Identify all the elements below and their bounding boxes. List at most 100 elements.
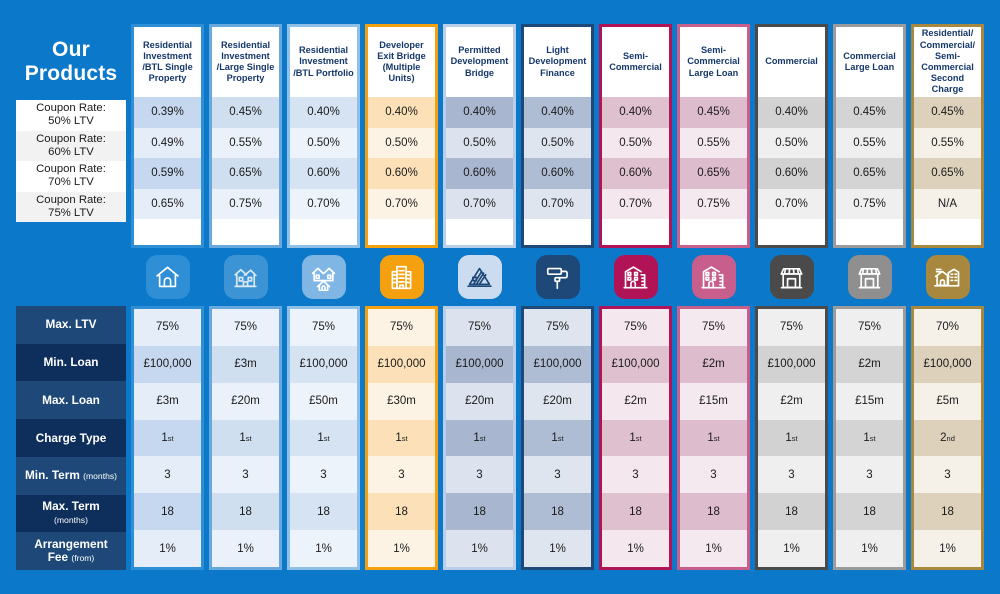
spec-column-10[interactable]: 70% £100,000 £5m 2nd 3 18 1% bbox=[911, 306, 984, 570]
twin-house-icon bbox=[301, 255, 346, 299]
product-column-9[interactable]: Commercial Large Loan 0.45% 0.55% 0.65% 0.75… bbox=[833, 24, 906, 248]
spec-cell-c5-r4: 3 bbox=[524, 456, 591, 494]
spec-cell-c9-r1: £2m bbox=[836, 345, 903, 383]
product-column-1[interactable]: Residential Investment /Large Single Pro… bbox=[209, 24, 282, 248]
product-column-10[interactable]: Residential/ Commercial/ Semi-Commercial… bbox=[911, 24, 984, 248]
spec-cell-c2-r0: 75% bbox=[290, 309, 357, 346]
coupon-cell-c6-r2: 0.60% bbox=[602, 158, 669, 189]
spec-label-min-term: Min. Term (months) bbox=[16, 456, 126, 495]
duplex-icon bbox=[223, 255, 268, 299]
spec-column-1[interactable]: 75% £3m £20m 1st 3 18 1% bbox=[209, 306, 282, 570]
product-specs-table: Max. LTV Min. Loan Max. Loan Charge Type Min… bbox=[16, 306, 984, 571]
spec-cell-c8-r4: 3 bbox=[758, 456, 825, 494]
spec-cell-c4-r2: £20m bbox=[446, 382, 513, 420]
semi-commercial-building-icon bbox=[613, 255, 658, 299]
spec-cell-c3-r2: £30m bbox=[368, 382, 435, 420]
product-column-header-10: Residential/ Commercial/ Semi-Commercial… bbox=[914, 27, 981, 97]
product-column-header-7: Semi-Commercial Large Loan bbox=[680, 27, 747, 97]
spec-label-max-term: Max. Term (months) bbox=[16, 494, 126, 533]
spec-column-0[interactable]: 75% £100,000 £3m 1st 3 18 1% bbox=[131, 306, 204, 570]
icon-row-spacer bbox=[16, 252, 126, 302]
spec-cell-c8-r1: £100,000 bbox=[758, 345, 825, 383]
coupon-cell-c2-r3: 0.70% bbox=[290, 188, 357, 219]
product-column-header-0: Residential Investment /BTL Single Prope… bbox=[134, 27, 201, 97]
semi-commercial-building-icon-glyph bbox=[623, 265, 648, 289]
product-column-8[interactable]: Commercial 0.40% 0.50% 0.60% 0.70% bbox=[755, 24, 828, 248]
conversion-plans-icon bbox=[457, 255, 502, 299]
spec-cell-c1-r5: 18 bbox=[212, 493, 279, 531]
spec-label-max-ltv: Max. LTV bbox=[16, 306, 126, 344]
spec-cell-c7-r3: 1st bbox=[680, 419, 747, 457]
spec-cell-c3-r6: 1% bbox=[368, 530, 435, 568]
spec-column-2[interactable]: 75% £100,000 £50m 1st 3 18 1% bbox=[287, 306, 360, 570]
spec-cell-c4-r5: 18 bbox=[446, 493, 513, 531]
coupon-rate-label-1: Coupon Rate: 60% LTV bbox=[16, 130, 126, 161]
spec-cell-c0-r1: £100,000 bbox=[134, 345, 201, 383]
spec-cell-c7-r0: 75% bbox=[680, 309, 747, 346]
product-column-0[interactable]: Residential Investment /BTL Single Prope… bbox=[131, 24, 204, 248]
product-column-header-3: Developer Exit Bridge (Multiple Units) bbox=[368, 27, 435, 97]
spec-cell-c7-r2: £15m bbox=[680, 382, 747, 420]
spec-cell-c10-r1: £100,000 bbox=[914, 345, 981, 383]
coupon-cell-c7-r1: 0.55% bbox=[680, 127, 747, 158]
spec-cell-c7-r4: 3 bbox=[680, 456, 747, 494]
spec-cell-c1-r2: £20m bbox=[212, 382, 279, 420]
coupon-cell-c7-r0: 0.45% bbox=[680, 97, 747, 128]
coupon-rate-label-3: Coupon Rate: 75% LTV bbox=[16, 191, 126, 222]
spec-cell-c9-r2: £15m bbox=[836, 382, 903, 420]
spec-cell-c2-r4: 3 bbox=[290, 456, 357, 494]
spec-column-8[interactable]: 75% £100,000 £2m 1st 3 18 1% bbox=[755, 306, 828, 570]
spec-label-min-loan: Min. Loan bbox=[16, 343, 126, 382]
coupon-cell-c2-r2: 0.60% bbox=[290, 158, 357, 189]
icon-slot-10 bbox=[911, 252, 984, 302]
spec-column-5[interactable]: 75% £100,000 £20m 1st 3 18 1% bbox=[521, 306, 594, 570]
spec-cell-c6-r1: £100,000 bbox=[602, 345, 669, 383]
spec-cell-c7-r5: 18 bbox=[680, 493, 747, 531]
spec-cell-c5-r5: 18 bbox=[524, 493, 591, 531]
spec-column-4[interactable]: 75% £100,000 £20m 1st 3 18 1% bbox=[443, 306, 516, 570]
product-column-header-6: Semi-Commercial bbox=[602, 27, 669, 97]
product-column-header-9: Commercial Large Loan bbox=[836, 27, 903, 97]
shop-icon-glyph bbox=[780, 267, 803, 289]
spec-cell-c4-r4: 3 bbox=[446, 456, 513, 494]
duplex-icon-glyph bbox=[234, 268, 257, 287]
coupon-cell-c6-r3: 0.70% bbox=[602, 188, 669, 219]
apartment-block-icon bbox=[379, 255, 424, 299]
spec-cell-c9-r4: 3 bbox=[836, 456, 903, 494]
spec-cell-c2-r1: £100,000 bbox=[290, 345, 357, 383]
coupon-cell-c7-r3: 0.75% bbox=[680, 188, 747, 219]
coupon-cell-c10-r3: N/A bbox=[914, 188, 981, 219]
spec-cell-c9-r6: 1% bbox=[836, 530, 903, 568]
mixed-second-charge-icon bbox=[925, 255, 970, 299]
product-comparison-page: Our Products Coupon Rate: 50% LTV Coupon R… bbox=[0, 0, 1000, 594]
spec-cell-c6-r2: £2m bbox=[602, 382, 669, 420]
spec-cell-c6-r6: 1% bbox=[602, 530, 669, 568]
spec-column-6[interactable]: 75% £100,000 £2m 1st 3 18 1% bbox=[599, 306, 672, 570]
product-column-5[interactable]: Light Development Finance 0.40% 0.50% 0.60%… bbox=[521, 24, 594, 248]
product-column-3[interactable]: Developer Exit Bridge (Multiple Units) 0.… bbox=[365, 24, 438, 248]
apartment-block-icon-glyph bbox=[391, 265, 412, 289]
product-column-2[interactable]: Residential Investment /BTL Portfolio 0.4… bbox=[287, 24, 360, 248]
spec-column-3[interactable]: 75% £100,000 £30m 1st 3 18 1% bbox=[365, 306, 438, 570]
coupon-cell-c3-r1: 0.50% bbox=[368, 127, 435, 158]
spec-cell-c7-r6: 1% bbox=[680, 530, 747, 568]
spec-column-9[interactable]: 75% £2m £15m 1st 3 18 1% bbox=[833, 306, 906, 570]
spec-cell-c2-r6: 1% bbox=[290, 530, 357, 568]
coupon-cell-c9-r3: 0.75% bbox=[836, 188, 903, 219]
coupon-cell-c5-r1: 0.50% bbox=[524, 127, 591, 158]
product-column-7[interactable]: Semi-Commercial Large Loan 0.45% 0.55% 0.65… bbox=[677, 24, 750, 248]
spec-column-7[interactable]: 75% £2m £15m 1st 3 18 1% bbox=[677, 306, 750, 570]
spec-cell-c1-r0: 75% bbox=[212, 309, 279, 346]
spec-cell-c6-r5: 18 bbox=[602, 493, 669, 531]
product-column-4[interactable]: Permitted Development Bridge 0.40% 0.50% 0.… bbox=[443, 24, 516, 248]
spec-cell-c5-r0: 75% bbox=[524, 309, 591, 346]
coupon-cell-c2-r1: 0.50% bbox=[290, 127, 357, 158]
product-column-6[interactable]: Semi-Commercial 0.40% 0.50% 0.60% 0.70% bbox=[599, 24, 672, 248]
spec-cell-c6-r4: 3 bbox=[602, 456, 669, 494]
spec-cell-c10-r3: 2nd bbox=[914, 419, 981, 457]
twin-house-icon-glyph bbox=[311, 267, 336, 291]
coupon-cell-c10-r1: 0.55% bbox=[914, 127, 981, 158]
coupon-cell-c6-r1: 0.50% bbox=[602, 127, 669, 158]
spec-cell-c5-r6: 1% bbox=[524, 530, 591, 568]
product-column-header-2: Residential Investment /BTL Portfolio bbox=[290, 27, 357, 97]
